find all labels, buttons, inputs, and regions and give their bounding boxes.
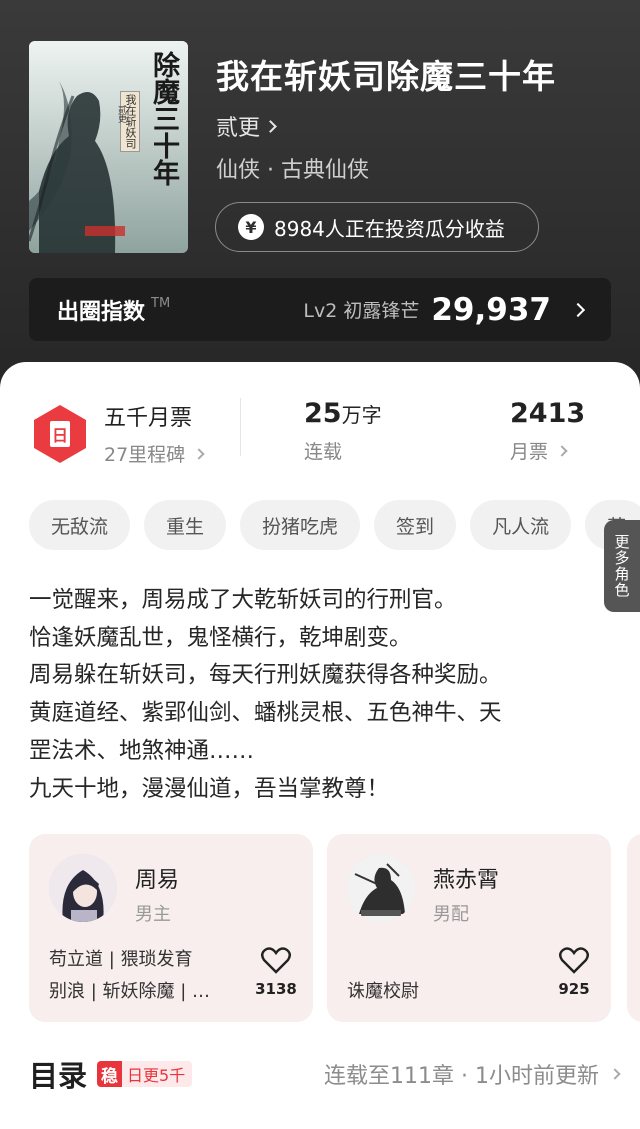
index-value: 29,937 xyxy=(431,291,551,328)
book-description[interactable]: 一觉醒来，周易成了大乾斩妖司的行刑官。 恰逢妖魔乱世，鬼怪横行，乾坤剧变。 周易… xyxy=(29,582,609,808)
tag-chip[interactable]: 重生 xyxy=(144,500,227,550)
character-traits-line: 苟立道 | 猥琐发育 xyxy=(49,949,193,970)
milestone-stat[interactable]: 五千月票 27里程碑 xyxy=(104,400,205,467)
chevron-right-icon xyxy=(609,1068,621,1080)
character-traits: 诛魔校尉 xyxy=(347,976,547,1008)
invest-button[interactable]: ¥ 8984人正在投资瓜分收益 xyxy=(215,202,539,252)
chevron-right-icon xyxy=(264,119,277,133)
chevron-right-icon xyxy=(570,302,586,317)
description-line: 周易躲在斩妖司，每天行刑妖魔获得各种奖励。 xyxy=(29,662,502,689)
toc-title: 目录 xyxy=(29,1059,88,1093)
word-count-stat: 25万字 连载 xyxy=(304,398,382,464)
book-detail-sheet: 日 五千月票 27里程碑 25万字 连载 2413 月票 无敌流 重生 扮猪吃虎… xyxy=(0,362,640,1129)
monthly-votes-stat[interactable]: 2413 月票 xyxy=(510,398,585,464)
book-genre: 仙侠 · 古典仙侠 xyxy=(216,158,369,183)
character-traits: 苟立道 | 猥琐发育 别浪 | 斩妖除魔 | … xyxy=(49,944,249,1008)
tag-chip[interactable]: 签到 xyxy=(374,500,457,550)
popularity-index-bar[interactable]: 出圈指数 TM Lv2 初露锋芒 29,937 xyxy=(29,278,611,341)
author-link[interactable]: 贰更 xyxy=(216,110,277,142)
description-line: 罡法术、地煞神通…… xyxy=(29,737,255,764)
chevron-right-icon xyxy=(193,447,205,460)
chevron-right-icon xyxy=(556,444,568,457)
milestone-sub: 27里程碑 xyxy=(104,444,186,466)
tag-chip[interactable]: 无敌流 xyxy=(29,500,131,550)
monthly-ticket-badge-icon: 日 xyxy=(34,405,86,463)
heart-icon[interactable] xyxy=(261,946,291,974)
description-line: 九天十地，漫漫仙道，吾当掌教尊！ xyxy=(29,775,390,802)
character-traits-line: 诛魔校尉 xyxy=(347,981,419,1002)
trademark-mark: TM xyxy=(151,296,171,311)
yen-coin-icon: ¥ xyxy=(238,214,264,240)
character-list: 周易 男主 苟立道 | 猥琐发育 别浪 | 斩妖除魔 | … 3138 燕赤霄 xyxy=(29,834,640,1024)
monthly-votes-label: 月票 xyxy=(510,441,549,463)
stable-mark: 稳 xyxy=(97,1061,123,1087)
character-name: 周易 xyxy=(135,868,180,893)
serial-status: 连载 xyxy=(304,441,343,463)
character-card[interactable]: 周易 男主 苟立道 | 猥琐发育 别浪 | 斩妖除魔 | … 3138 xyxy=(29,834,313,1022)
badge-glyph: 日 xyxy=(52,426,68,445)
character-card[interactable]: 燕赤霄 男配 诛魔校尉 925 xyxy=(327,834,611,1022)
milestone-title: 五千月票 xyxy=(104,406,193,431)
word-count-unit: 万字 xyxy=(341,403,382,427)
character-role-type: 男主 xyxy=(135,904,171,925)
chapter-status: 连载至111章 · 1小时前更新 xyxy=(324,1064,599,1089)
index-level: Lv2 初露锋芒 xyxy=(303,300,420,322)
update-badge: 稳 日更5千 xyxy=(97,1061,193,1087)
character-traits-line: 别浪 | 斩妖除魔 | … xyxy=(49,981,211,1002)
book-title: 我在斩妖司除魔三十年 xyxy=(216,57,556,96)
book-cover[interactable]: 除魔三十年 我在斩妖司 贰更 xyxy=(29,41,188,253)
character-role-type: 男配 xyxy=(433,904,469,925)
author-name: 贰更 xyxy=(216,116,261,141)
index-label: 出圈指数 xyxy=(57,299,146,325)
description-line: 黄庭道经、紫郢仙剑、蟠桃灵根、五色神牛、天 xyxy=(29,700,502,727)
update-frequency: 日更5千 xyxy=(127,1066,186,1085)
description-line: 恰逢妖魔乱世，鬼怪横行，乾坤剧变。 xyxy=(29,624,412,651)
tag-chip[interactable]: 扮猪吃虎 xyxy=(240,500,361,550)
table-of-contents-row[interactable]: 目录 稳 日更5千 连载至111章 · 1小时前更新 xyxy=(29,1054,621,1094)
stats-row: 日 五千月票 27里程碑 25万字 连载 2413 月票 xyxy=(0,392,640,472)
character-avatar xyxy=(49,854,117,922)
character-avatar xyxy=(347,854,415,922)
like-count: 3138 xyxy=(255,980,297,998)
invest-label: 8984人正在投资瓜分收益 xyxy=(274,216,505,241)
monthly-votes-count: 2413 xyxy=(510,398,586,429)
cover-author-text: 贰更 xyxy=(116,105,126,123)
more-characters-button[interactable]: 更多角色 xyxy=(604,520,640,612)
character-card-peek xyxy=(627,834,640,1022)
stat-divider xyxy=(240,398,241,456)
character-name: 燕赤霄 xyxy=(433,868,500,893)
tag-list: 无敌流 重生 扮猪吃虎 签到 凡人流 萌 xyxy=(29,500,640,550)
word-count-number: 25 xyxy=(304,398,342,429)
tag-chip[interactable]: 凡人流 xyxy=(470,500,572,550)
description-line: 一觉醒来，周易成了大乾斩妖司的行刑官。 xyxy=(29,587,457,613)
heart-icon[interactable] xyxy=(559,946,589,974)
like-count: 925 xyxy=(558,980,590,998)
cover-title-text: 除魔三十年 xyxy=(148,51,179,186)
